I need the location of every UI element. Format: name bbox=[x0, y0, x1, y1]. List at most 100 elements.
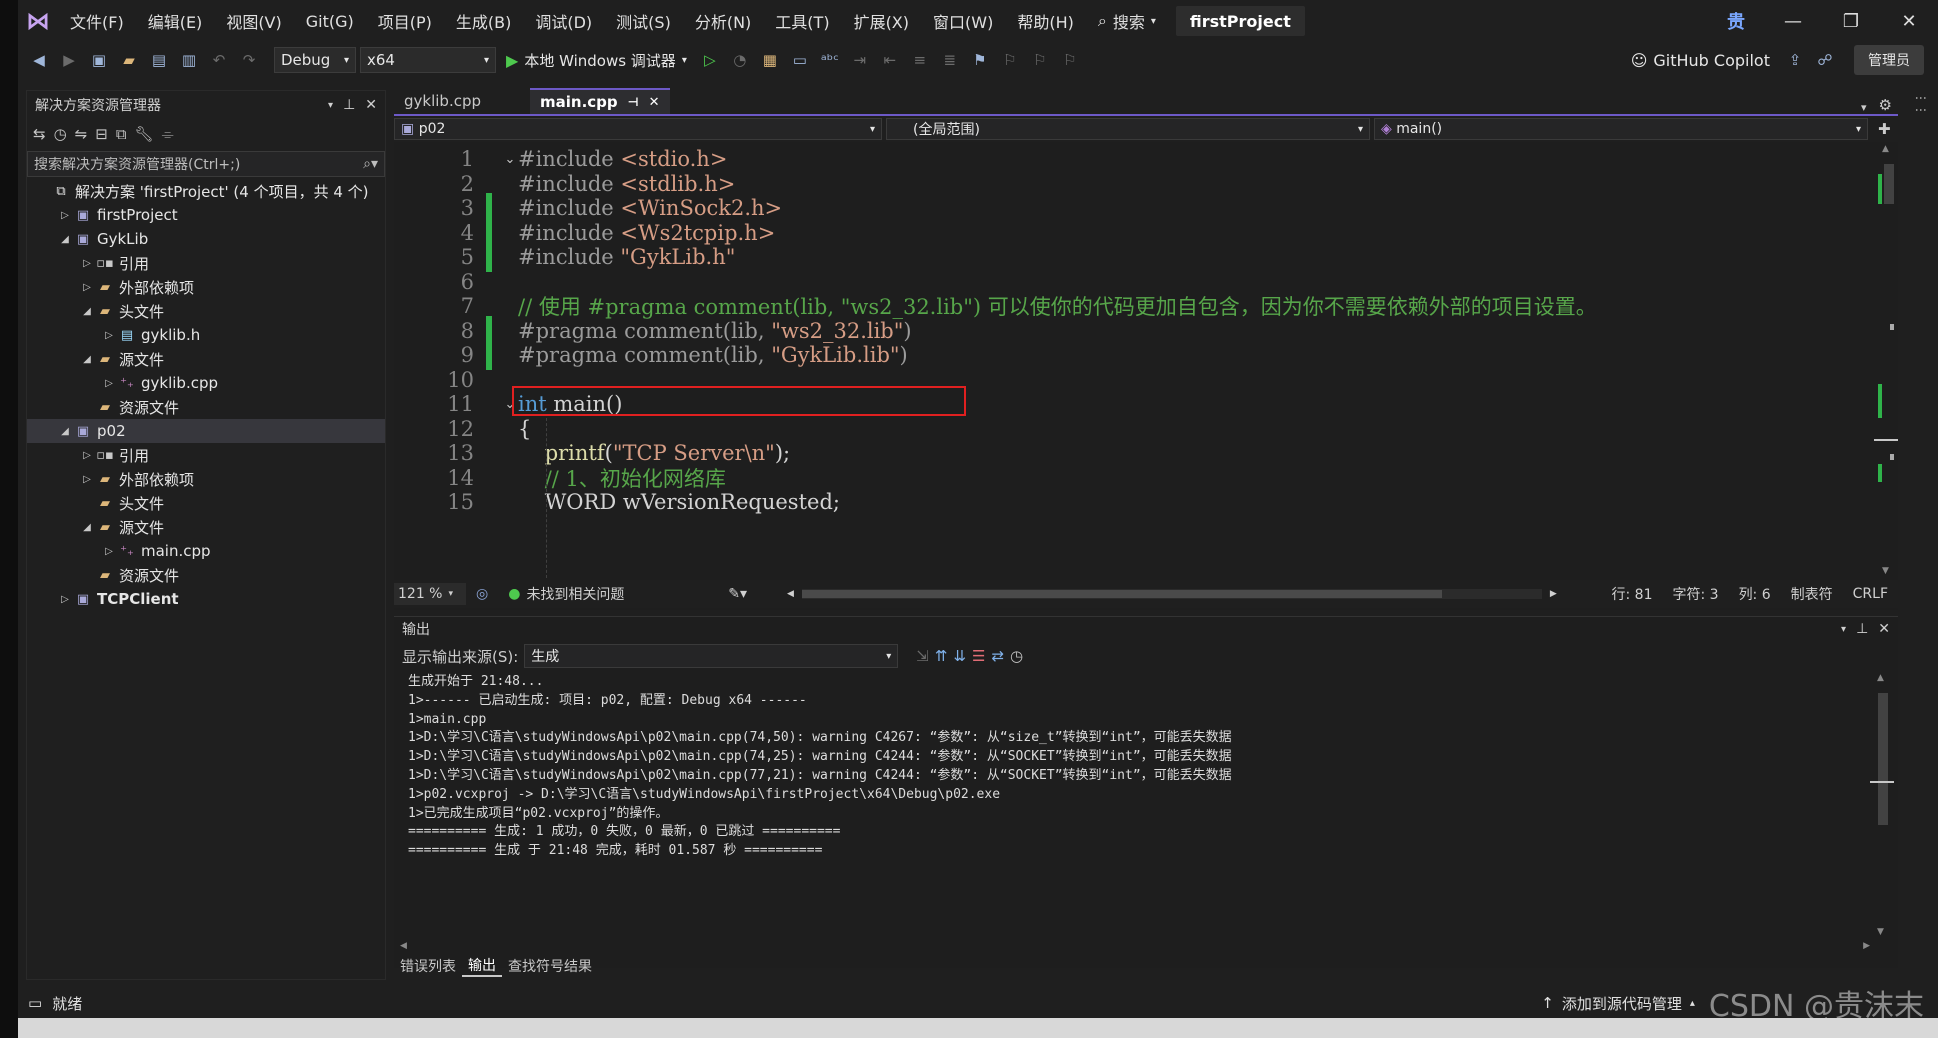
hot-reload-icon[interactable]: ◔ bbox=[727, 47, 753, 73]
clear-all-icon[interactable]: ☰ bbox=[972, 647, 985, 665]
start-debugging-button[interactable]: ▶ 本地 Windows 调试器 ▾ bbox=[500, 50, 693, 71]
member-nav-select[interactable]: ◈ main() ▾ bbox=[1374, 118, 1868, 140]
expanded-arrow-icon[interactable]: ◢ bbox=[79, 306, 95, 317]
expanded-arrow-icon[interactable]: ◢ bbox=[57, 426, 73, 437]
indent-icon[interactable]: ⇥ bbox=[847, 47, 873, 73]
output-horizontal-scrollbar[interactable]: ◀ ▶ bbox=[400, 941, 1870, 953]
code-line[interactable]: 15 WORD wVersionRequested; bbox=[394, 487, 1870, 517]
tree-item[interactable]: ▷ ▣ firstProject bbox=[27, 203, 385, 227]
char-indicator[interactable]: 字符: 3 bbox=[1662, 584, 1728, 604]
line-indicator[interactable]: 行: 81 bbox=[1602, 584, 1663, 604]
go-to-location-icon[interactable]: ⇲ bbox=[916, 647, 929, 665]
zoom-select[interactable]: 121 % ▾ bbox=[394, 583, 466, 605]
menu-item[interactable]: 编辑(E) bbox=[136, 0, 215, 42]
collapsed-arrow-icon[interactable]: ▷ bbox=[57, 210, 73, 221]
tabs-indicator[interactable]: 制表符 bbox=[1781, 584, 1843, 604]
split-editor-icon[interactable]: ✚ bbox=[1878, 120, 1891, 138]
menu-item[interactable]: 工具(T) bbox=[763, 0, 841, 42]
next-bookmark-icon[interactable]: ⚐ bbox=[1027, 47, 1053, 73]
output-source-select[interactable]: 生成 ▾ bbox=[524, 644, 899, 668]
project-nav-select[interactable]: ▣ p02 ▾ bbox=[394, 118, 882, 140]
expanded-arrow-icon[interactable]: ◢ bbox=[79, 354, 95, 365]
close-icon[interactable]: ✕ bbox=[365, 97, 377, 113]
maximize-button[interactable]: ❐ bbox=[1822, 0, 1880, 42]
solution-folder-icon[interactable]: ▦ bbox=[757, 47, 783, 73]
outdent-icon[interactable]: ⇤ bbox=[877, 47, 903, 73]
clear-bookmarks-icon[interactable]: ⚐ bbox=[1057, 47, 1083, 73]
previous-bookmark-icon[interactable]: ⚐ bbox=[997, 47, 1023, 73]
tool-window-tab[interactable]: 查找符号结果 bbox=[502, 955, 598, 977]
collapsed-arrow-icon[interactable]: ▷ bbox=[79, 282, 95, 293]
show-all-files-icon[interactable]: ⧉ bbox=[116, 125, 127, 143]
tree-item[interactable]: ▷ ⁺₊ gyklib.cpp bbox=[27, 371, 385, 395]
collapsed-arrow-icon[interactable]: ▷ bbox=[101, 378, 117, 389]
menu-item[interactable]: 窗口(W) bbox=[921, 0, 1005, 42]
undo-icon[interactable]: ↶ bbox=[206, 47, 232, 73]
github-copilot-button[interactable]: ☺ GitHub Copilot bbox=[1631, 51, 1770, 70]
code-area[interactable]: 1 ⌄ #include <stdio.h> 2 #include <stdlib.h>… bbox=[394, 144, 1870, 576]
output-text[interactable]: 生成开始于 21:48... 1>------ 已启动生成: 项目: p02, 配… bbox=[408, 673, 1868, 943]
scroll-left-icon[interactable]: ◀ bbox=[787, 589, 794, 599]
menu-item[interactable]: 生成(B) bbox=[444, 0, 523, 42]
history-icon[interactable]: ◷ bbox=[54, 125, 67, 143]
save-icon[interactable]: ▤ bbox=[146, 47, 172, 73]
close-icon[interactable]: ✕ bbox=[1878, 621, 1890, 637]
chevron-down-icon[interactable]: ▾ bbox=[1841, 624, 1846, 635]
menu-item[interactable]: 视图(V) bbox=[214, 0, 293, 42]
tree-item[interactable]: ▷ ▫▪ 引用 bbox=[27, 251, 385, 275]
issues-indicator[interactable]: ● 未找到相关问题 bbox=[498, 584, 718, 604]
search-button[interactable]: ⌕ 搜索 ▾ bbox=[1086, 0, 1168, 42]
navigate-forward-icon[interactable]: ▶ bbox=[56, 47, 82, 73]
menu-item[interactable]: 项目(P) bbox=[366, 0, 444, 42]
fold-toggle-icon[interactable]: ⌄ bbox=[502, 152, 518, 167]
tree-item[interactable]: ◢ ▰ 头文件 bbox=[27, 299, 385, 323]
collapsed-arrow-icon[interactable]: ▷ bbox=[79, 450, 95, 461]
menu-item[interactable]: 扩展(X) bbox=[842, 0, 921, 42]
tree-item[interactable]: ▷ ▫▪ 引用 bbox=[27, 443, 385, 467]
tree-item[interactable]: ▷ ▰ 外部依赖项 bbox=[27, 275, 385, 299]
collapsed-arrow-icon[interactable]: ▷ bbox=[101, 330, 117, 341]
collapsed-arrow-icon[interactable]: ▷ bbox=[57, 594, 73, 605]
tree-item[interactable]: ▷ ▰ 外部依赖项 bbox=[27, 467, 385, 491]
add-to-source-control-button[interactable]: 添加到源代码管理 bbox=[1562, 993, 1682, 1014]
menu-item[interactable]: 文件(F) bbox=[58, 0, 136, 42]
feedback-icon[interactable]: ☍ bbox=[1812, 47, 1838, 73]
collapse-all-icon[interactable]: ⊟ bbox=[95, 125, 108, 143]
next-message-icon[interactable]: ⇊ bbox=[953, 647, 966, 665]
scroll-right-icon[interactable]: ▶ bbox=[1550, 589, 1557, 599]
menu-item[interactable]: Git(G) bbox=[294, 0, 366, 42]
output-vertical-scrollbar[interactable]: ▲ ▼ bbox=[1870, 673, 1894, 937]
tree-item[interactable]: ◢ ▰ 源文件 bbox=[27, 515, 385, 539]
solution-search-input[interactable]: 搜索解决方案资源管理器(Ctrl+;) ⌕▾ bbox=[27, 151, 385, 177]
tree-item[interactable]: ▷ ▤ gyklib.h bbox=[27, 323, 385, 347]
previous-message-icon[interactable]: ⇈ bbox=[935, 647, 948, 665]
collapsed-arrow-icon[interactable]: ▷ bbox=[101, 546, 117, 557]
tree-item[interactable]: ▰ 头文件 bbox=[27, 491, 385, 515]
close-tab-icon[interactable]: ✕ bbox=[649, 95, 660, 110]
account-avatar[interactable]: 贵 bbox=[1720, 5, 1752, 37]
tree-item[interactable]: ◢ ▣ p02 bbox=[27, 419, 385, 443]
tree-item[interactable]: ▷ ▣ TCPClient bbox=[27, 587, 385, 611]
tree-item[interactable]: ◢ ▣ GykLib bbox=[27, 227, 385, 251]
platform-select[interactable]: x64 ▾ bbox=[360, 47, 496, 73]
tree-item[interactable]: ⧉ 解决方案 'firstProject' (4 个项目，共 4 个) bbox=[27, 179, 385, 203]
diagnostic-tools-tab[interactable]: ⋮⋮ bbox=[1910, 92, 1928, 172]
column-indicator[interactable]: 列: 6 bbox=[1729, 584, 1781, 604]
expanded-arrow-icon[interactable]: ◢ bbox=[57, 234, 73, 245]
tree-item[interactable]: ◢ ▰ 源文件 bbox=[27, 347, 385, 371]
cleanup-brush-icon[interactable]: ✎▾ bbox=[728, 586, 747, 602]
save-all-icon[interactable]: ▥ bbox=[176, 47, 202, 73]
menu-item[interactable]: 分析(N) bbox=[683, 0, 763, 42]
tool-window-tab[interactable]: 错误列表 bbox=[394, 955, 462, 977]
settings-gear-icon[interactable]: ⚙ bbox=[1879, 96, 1892, 114]
uncomment-icon[interactable]: ≣ bbox=[937, 47, 963, 73]
word-wrap-icon[interactable]: ⇄ bbox=[991, 647, 1004, 665]
close-window-button[interactable]: ✕ bbox=[1880, 0, 1938, 42]
tree-item[interactable]: ▰ 资源文件 bbox=[27, 563, 385, 587]
timestamp-clock-icon[interactable]: ◷ bbox=[1010, 647, 1023, 665]
collapsed-arrow-icon[interactable]: ▷ bbox=[79, 474, 95, 485]
minimize-button[interactable]: — bbox=[1764, 0, 1822, 42]
collapsed-arrow-icon[interactable]: ▷ bbox=[79, 258, 95, 269]
menu-item[interactable]: 测试(S) bbox=[604, 0, 683, 42]
sync-icon[interactable]: ⇋ bbox=[75, 125, 88, 143]
